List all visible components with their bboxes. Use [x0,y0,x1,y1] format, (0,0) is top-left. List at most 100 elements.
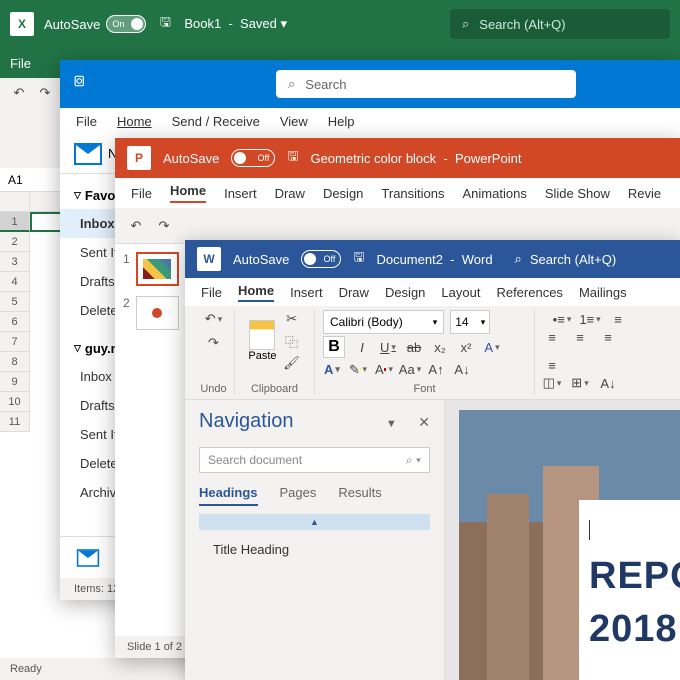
shrink-font-icon[interactable]: A↓ [453,361,471,379]
undo-icon[interactable]: ↶ [127,217,145,235]
tab-home[interactable]: Home [170,183,206,203]
borders-icon[interactable]: ⊞ [571,374,589,392]
save-icon[interactable]: 🖫 [287,147,298,169]
row-header[interactable]: 2 [0,232,30,252]
numbering-icon[interactable]: 1≡ [581,310,599,328]
autosave-toggle[interactable]: Off [301,250,341,268]
nav-close-icon[interactable]: ✕ [418,414,430,430]
tab-file[interactable]: File [131,186,152,201]
save-icon[interactable]: 🖫 [353,248,364,270]
search-box[interactable]: ⌕ Search (Alt+Q) [450,9,670,39]
tab-file[interactable]: File [76,114,97,129]
toggle-switch-icon[interactable]: On [106,15,146,33]
undo-icon[interactable]: ↶ [10,84,28,102]
paste-button[interactable]: Paste [248,320,276,362]
tab-view[interactable]: View [280,114,308,129]
doc-title[interactable]: Document2 - Word [376,252,492,267]
autosave-toggle[interactable]: AutoSave On [44,15,146,33]
nav-heading-item[interactable]: Title Heading [199,538,430,561]
redo-icon[interactable]: ↷ [205,334,223,352]
word-document-area[interactable]: REPO 2018 [445,400,680,680]
row-header[interactable]: 8 [0,352,30,372]
row-header[interactable]: 6 [0,312,30,332]
grow-font-icon[interactable]: A↑ [427,361,445,379]
font-selector[interactable]: Calibri (Body)▾ [323,310,444,334]
align-right-icon[interactable]: ≡ [599,328,617,346]
search-box[interactable]: ⌕ Search (Alt+Q) [515,251,617,267]
name-box[interactable] [8,173,48,187]
multilevel-icon[interactable]: ≡ [609,310,627,328]
row-header[interactable]: 9 [0,372,30,392]
row-header[interactable]: 10 [0,392,30,412]
highlight-icon[interactable]: ✎ [349,361,367,379]
redo-icon[interactable]: ↷ [36,84,54,102]
autosave-toggle[interactable]: Off [231,149,275,167]
nav-tab-headings[interactable]: Headings [199,485,258,506]
row-header[interactable]: 7 [0,332,30,352]
copy-icon[interactable]: ⿻ [283,332,301,350]
change-case-icon[interactable]: Aa [401,361,419,379]
tab-home[interactable]: Home [117,114,152,129]
superscript-button[interactable]: x² [457,338,475,356]
strikethrough-button[interactable]: ab [405,338,423,356]
nav-tab-pages[interactable]: Pages [280,485,317,506]
undo-icon[interactable]: ↶ [205,310,223,328]
slide-thumb-2[interactable]: 2 [123,296,179,330]
search-box[interactable]: ⌕ Search [276,70,576,98]
tab-references[interactable]: References [496,285,562,300]
tab-insert[interactable]: Insert [290,285,323,300]
tab-design[interactable]: Design [323,186,363,201]
bold-button[interactable]: B [323,336,345,358]
tab-transitions[interactable]: Transitions [381,186,444,201]
tab-send-receive[interactable]: Send / Receive [172,114,260,129]
row-header[interactable]: 4 [0,272,30,292]
nav-menu-icon[interactable]: ▼ [386,418,397,430]
font-size-selector[interactable]: 14▾ [450,310,490,334]
tab-draw[interactable]: Draw [339,285,369,300]
tab-file[interactable]: File [10,56,31,71]
tab-draw[interactable]: Draw [275,186,305,201]
justify-icon[interactable]: ≡ [543,356,561,374]
doc-title[interactable]: Geometric color block - PowerPoint [310,151,521,166]
row-header[interactable]: 5 [0,292,30,312]
tab-design[interactable]: Design [385,285,425,300]
align-center-icon[interactable]: ≡ [571,328,589,346]
tab-animations[interactable]: Animations [463,186,527,201]
nav-search-input[interactable]: Search document ⌕ ▾ [199,447,430,473]
word-titlebar: W AutoSave Off 🖫 Document2 - Word ⌕ Sear… [185,240,680,278]
search-placeholder: Search (Alt+Q) [479,17,565,32]
tab-help[interactable]: Help [328,114,355,129]
text-effects-icon[interactable]: A [483,338,501,356]
row-header[interactable]: 1 [0,212,30,232]
new-mail-icon[interactable] [74,143,102,165]
bullets-icon[interactable]: •≡ [553,310,571,328]
nav-collapse-bar[interactable]: ▲ [199,514,430,530]
subscript-button[interactable]: x₂ [431,338,449,356]
tab-home[interactable]: Home [238,283,274,302]
doc-title[interactable]: Book1 - Saved ▾ [184,16,287,32]
tab-insert[interactable]: Insert [224,186,257,201]
align-left-icon[interactable]: ≡ [543,328,561,346]
redo-icon[interactable]: ↷ [155,217,173,235]
cut-icon[interactable]: ✂ [283,310,301,328]
slide-thumb-1[interactable]: 1 [123,252,179,286]
text-fill-icon[interactable]: A [323,361,341,379]
tab-slideshow[interactable]: Slide Show [545,186,610,201]
tab-layout[interactable]: Layout [441,285,480,300]
underline-button[interactable]: U [379,338,397,356]
nav-tab-results[interactable]: Results [338,485,381,506]
italic-button[interactable]: I [353,338,371,356]
row-header[interactable]: 11 [0,412,30,432]
save-icon[interactable]: 🖫 [156,15,174,33]
tab-file[interactable]: File [201,285,222,300]
sort-icon[interactable]: A↓ [599,374,617,392]
paste-icon [249,320,275,350]
mail-nav-icon[interactable] [77,549,99,567]
font-color-icon[interactable]: A [375,361,393,379]
format-painter-icon[interactable]: 🖌 [283,354,301,372]
row-header[interactable]: 3 [0,252,30,272]
tab-review[interactable]: Revie [628,186,661,201]
title-text-box[interactable]: REPO 2018 [579,500,680,680]
shading-icon[interactable]: ◫ [543,374,561,392]
tab-mailings[interactable]: Mailings [579,285,627,300]
